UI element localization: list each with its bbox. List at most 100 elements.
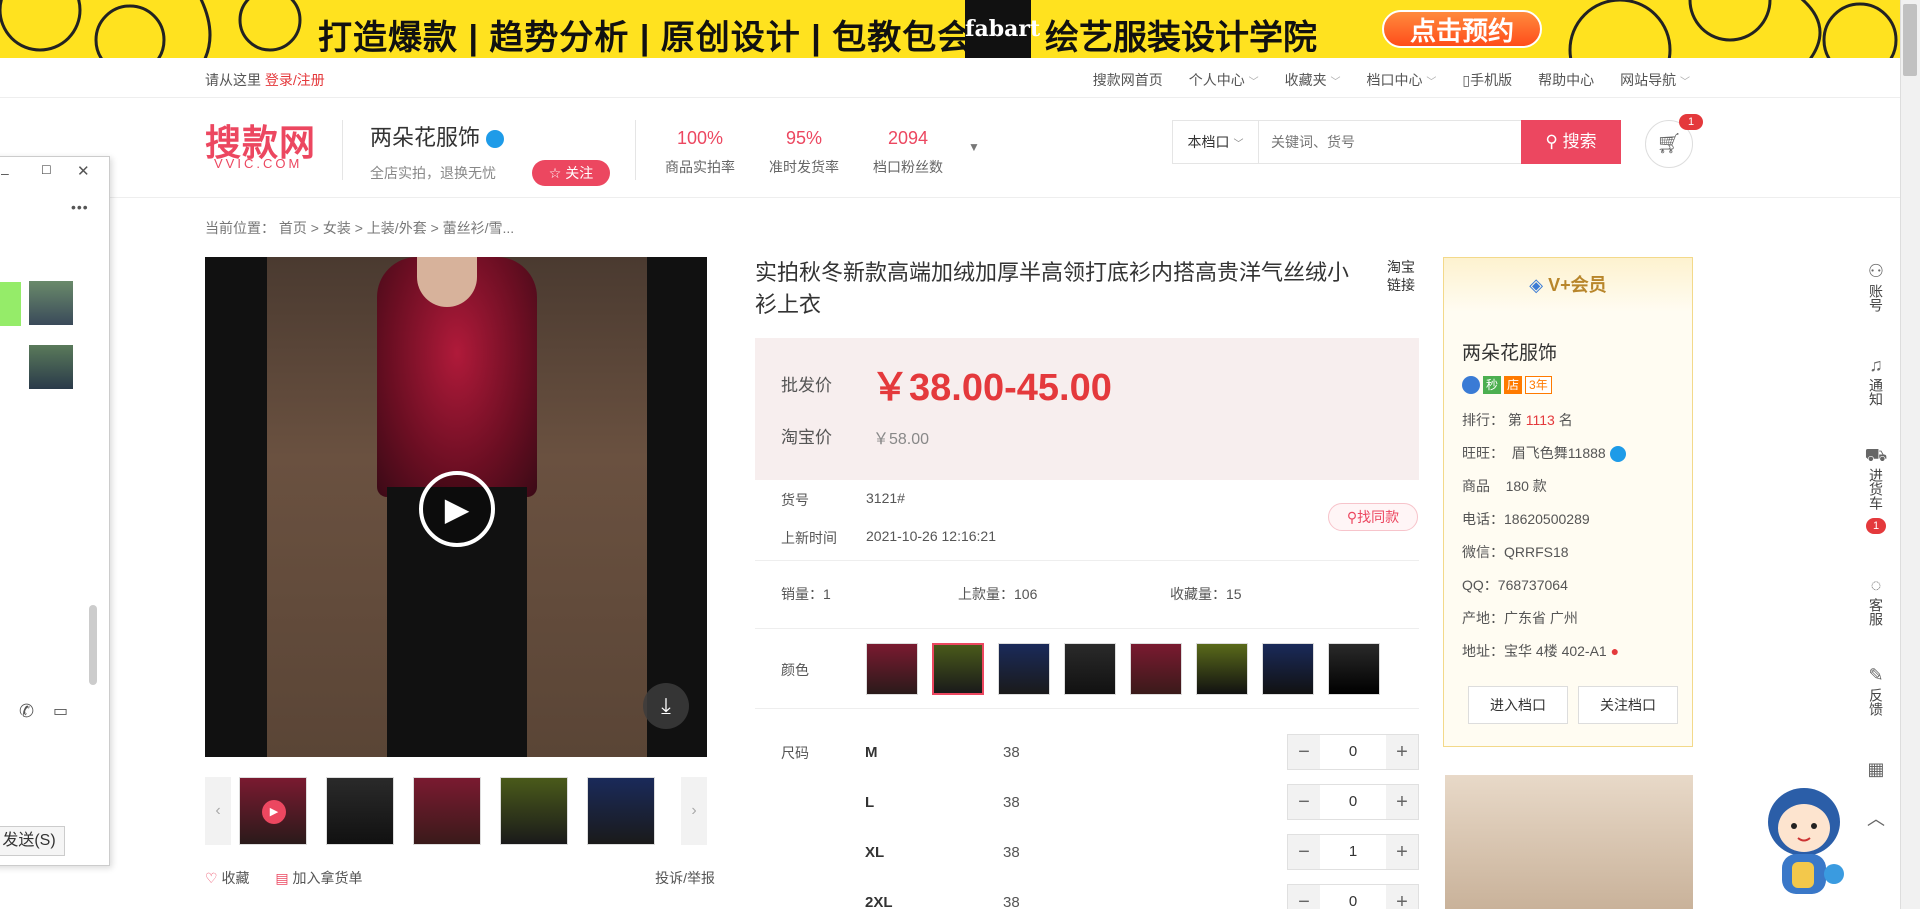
follow-button[interactable]: ☆ 关注 <box>532 160 610 186</box>
nav-stall-center[interactable]: 档口中心 ﹀ <box>1367 70 1437 90</box>
page-scrollbar[interactable] <box>1900 0 1920 909</box>
increase-button[interactable]: + <box>1386 785 1418 819</box>
shop-header: 搜款网 VVIC.COM 两朵花服饰 全店实拍，退换无忧 ☆ 关注 100% 商品… <box>0 98 1900 198</box>
size-row: XL 38 −1 + <box>755 834 1419 874</box>
decrease-button[interactable]: − <box>1288 735 1320 769</box>
taobao-link[interactable]: 淘宝链接 <box>1387 258 1423 294</box>
color-swatch-selected[interactable] <box>932 643 984 695</box>
rail-account[interactable]: ⚇ 账号 <box>1857 262 1895 316</box>
banner-decoration <box>0 0 302 58</box>
rail-feedback[interactable]: ✎ 反馈 <box>1857 666 1895 720</box>
scrollbar[interactable] <box>89 605 97 685</box>
color-swatch[interactable] <box>1328 643 1380 695</box>
quantity-value[interactable]: 0 <box>1320 885 1386 909</box>
report-link[interactable]: 投诉/举报 <box>655 868 715 888</box>
maximize-icon[interactable]: ☐ <box>41 163 52 177</box>
badge-years: 3年 <box>1525 376 1552 394</box>
location-pin-icon[interactable]: ● <box>1611 643 1619 659</box>
quantity-value[interactable]: 0 <box>1320 785 1386 819</box>
clipboard-icon: ▤ <box>275 870 289 886</box>
nav-mobile[interactable]: ▯手机版 <box>1462 70 1512 90</box>
close-icon[interactable]: ✕ <box>77 162 90 180</box>
find-same-button[interactable]: ⚲找同款 <box>1328 503 1418 531</box>
shop-qq: QQ：768737064 <box>1462 577 1568 593</box>
avatar <box>29 345 73 389</box>
size-price: 38 <box>1003 794 1020 811</box>
add-to-list-button[interactable]: ▤ 加入拿货单 <box>275 870 362 886</box>
search-scope-select[interactable]: 本档口 ﹀ <box>1173 121 1259 163</box>
download-icon[interactable]: ⤓ <box>643 683 689 729</box>
decrease-button[interactable]: − <box>1288 885 1320 909</box>
qrcode-icon[interactable]: ▦ <box>1857 760 1895 782</box>
customer-service-mascot[interactable] <box>1756 778 1852 902</box>
wangwang-icon[interactable] <box>1609 446 1626 463</box>
follow-stall-button[interactable]: 关注档口 <box>1578 686 1678 724</box>
color-swatch[interactable] <box>866 643 918 695</box>
recommended-product-image[interactable] <box>1445 775 1693 909</box>
shop-card-name[interactable]: 两朵花服饰 <box>1462 338 1557 365</box>
star-icon: ☆ <box>548 165 562 181</box>
decrease-button[interactable]: − <box>1288 785 1320 819</box>
thumbnail[interactable] <box>500 777 568 845</box>
chevron-down-icon: ﹀ <box>1233 139 1244 150</box>
rail-service[interactable]: ◌ 客服 <box>1857 576 1895 630</box>
nav-home[interactable]: 搜款网首页 <box>1093 70 1163 90</box>
nav-favorites[interactable]: 收藏夹 ﹀ <box>1285 70 1341 90</box>
increase-button[interactable]: + <box>1386 835 1418 869</box>
scrollbar-thumb[interactable] <box>1903 4 1917 76</box>
increase-button[interactable]: + <box>1386 885 1418 909</box>
banner-cta-button[interactable]: 点击预约 <box>1382 10 1542 48</box>
stat-ontime-rate: 95% 准时发货率 <box>769 128 839 175</box>
thumbnail-video[interactable]: ▶ <box>239 777 307 845</box>
favorite-button[interactable]: ♡ 收藏 <box>205 870 249 886</box>
color-swatch[interactable] <box>998 643 1050 695</box>
rail-cart[interactable]: ⛟ 进货车 1 <box>1857 446 1895 534</box>
shop-card: ◈ V+会员 两朵花服饰 秒 店 3年 排行： 第 1113 名 旺旺： 眉飞色… <box>1443 257 1693 747</box>
decrease-button[interactable]: − <box>1288 835 1320 869</box>
ad-banner[interactable]: 打造爆款 | 趋势分析 | 原创设计 | 包教包会 fabart 绘艺服装设计学… <box>0 0 1900 58</box>
cart-icon: 🛒︎ <box>1656 133 1682 155</box>
play-video-button[interactable]: ▶ <box>419 471 495 547</box>
send-button[interactable]: 发送(S) <box>0 826 65 856</box>
color-swatch[interactable] <box>1130 643 1182 695</box>
quantity-value[interactable]: 0 <box>1320 735 1386 769</box>
nav-help[interactable]: 帮助中心 <box>1538 70 1594 90</box>
thumb-prev-button[interactable]: ‹ <box>205 777 231 845</box>
edit-icon: ✎ <box>1868 665 1884 685</box>
search-input[interactable] <box>1259 121 1521 163</box>
nav-personal[interactable]: 个人中心 ﹀ <box>1189 70 1259 90</box>
chat-window[interactable]: – ☐ ✕ ••• ✆ ▭ 发送(S) <box>0 156 110 866</box>
wangwang-icon[interactable] <box>486 130 505 149</box>
color-swatch[interactable] <box>1196 643 1248 695</box>
size-price: 38 <box>1003 844 1020 861</box>
thumbnail[interactable] <box>587 777 655 845</box>
phone-call-icon[interactable]: ✆ <box>19 701 34 722</box>
nav-sitemap[interactable]: 网站导航 ﹀ <box>1620 70 1690 90</box>
bell-icon: ♫ <box>1869 355 1883 375</box>
size-row: 2XL 38 −0 + <box>755 884 1419 909</box>
login-link[interactable]: 登录/注册 <box>265 72 325 88</box>
breadcrumb[interactable]: 当前位置： 首页 > 女装 > 上装/外套 > 蕾丝衫/雪... <box>205 218 514 238</box>
thumbnail[interactable] <box>413 777 481 845</box>
quantity-value[interactable]: 1 <box>1320 835 1386 869</box>
more-icon[interactable]: ••• <box>71 199 89 215</box>
thumb-next-button[interactable]: › <box>681 777 707 845</box>
chevron-down-icon: ﹀ <box>1680 77 1690 88</box>
divider <box>342 120 343 180</box>
caret-down-icon[interactable]: ▼ <box>968 140 980 154</box>
color-swatch[interactable] <box>1262 643 1314 695</box>
taobao-price: ￥58.00 <box>873 431 930 448</box>
banner-slogan: 打造爆款 | 趋势分析 | 原创设计 | 包教包会 <box>318 19 973 57</box>
rail-notify[interactable]: ♫ 通知 <box>1857 356 1895 410</box>
increase-button[interactable]: + <box>1386 735 1418 769</box>
back-to-top-icon[interactable]: ︿ <box>1857 810 1895 832</box>
thumbnail[interactable] <box>326 777 394 845</box>
enter-stall-button[interactable]: 进入档口 <box>1468 686 1568 724</box>
video-call-icon[interactable]: ▭ <box>53 701 68 721</box>
wholesale-label: 批发价 <box>781 376 832 395</box>
minimize-icon[interactable]: – <box>1 165 9 181</box>
search-button[interactable]: ⚲ 搜索 <box>1521 120 1621 164</box>
color-swatch[interactable] <box>1064 643 1116 695</box>
banner-decoration-right <box>1568 0 1898 58</box>
shop-name: 两朵花服饰 <box>370 120 505 152</box>
